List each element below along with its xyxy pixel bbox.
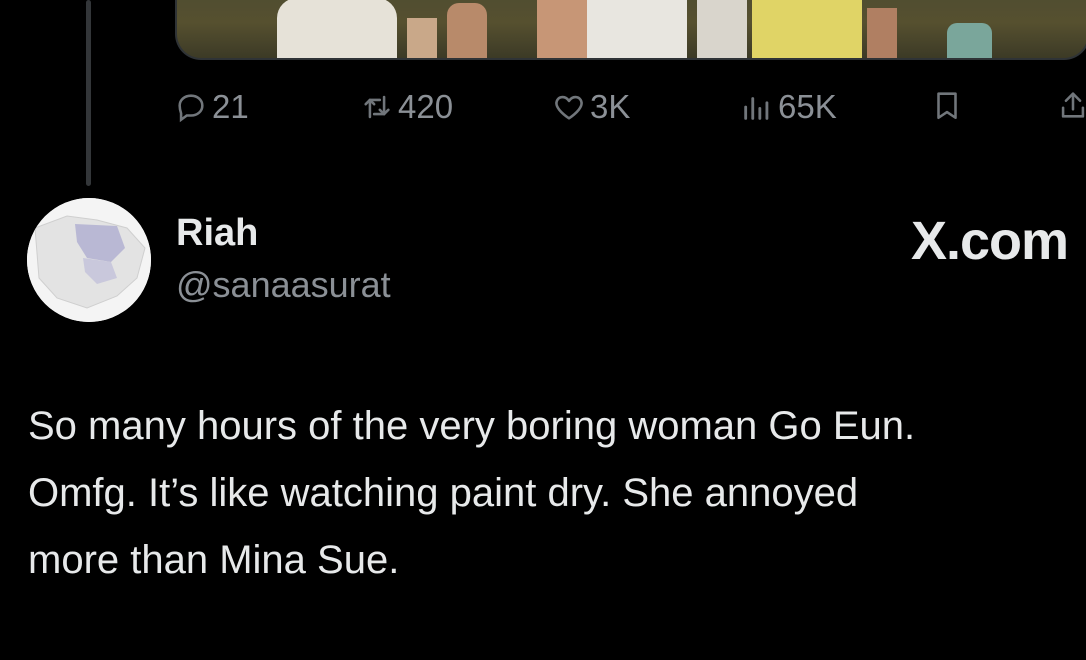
author-handle[interactable]: @sanaasurat xyxy=(176,264,391,306)
tweet-body-text: So many hours of the very boring woman G… xyxy=(28,393,1083,594)
bookmark-icon xyxy=(937,92,957,120)
repost-count: 420 xyxy=(398,88,454,125)
reply-button[interactable]: 21 xyxy=(174,88,249,126)
tweet-text-line: So many hours of the very boring woman G… xyxy=(28,404,916,448)
views-count: 65K xyxy=(778,88,837,125)
reply-count: 21 xyxy=(212,88,249,125)
like-count: 3K xyxy=(590,88,631,125)
tweet-text-line: more than Mina Sue. xyxy=(28,538,400,582)
avatar[interactable] xyxy=(27,198,151,322)
photo-figure xyxy=(587,0,687,58)
tweet-media-image[interactable] xyxy=(175,0,1086,60)
x-brand-logo: X.com xyxy=(910,211,1069,271)
photo-figure xyxy=(407,18,437,58)
share-icon xyxy=(1061,92,1085,118)
photo-figure xyxy=(867,8,897,58)
photo-figure xyxy=(752,0,862,58)
photo-figure xyxy=(277,0,397,58)
repost-icon xyxy=(364,95,390,119)
like-icon xyxy=(555,95,583,120)
repost-button[interactable]: 420 xyxy=(360,88,453,126)
tweet-action-bar: 21 420 3K 65K xyxy=(0,88,1086,130)
share-button[interactable] xyxy=(1056,88,1086,122)
photo-figure xyxy=(447,3,487,58)
like-button[interactable]: 3K xyxy=(552,88,630,126)
views-icon xyxy=(744,97,769,120)
views-button[interactable]: 65K xyxy=(740,88,837,126)
tweet-text-line: Omfg. It’s like watching paint dry. She … xyxy=(28,471,859,515)
map-avatar-image xyxy=(27,198,151,322)
photo-figure xyxy=(697,0,747,58)
photo-figure xyxy=(947,23,992,58)
bookmark-button[interactable] xyxy=(930,88,964,122)
author-display-name[interactable]: Riah xyxy=(176,212,258,255)
reply-icon xyxy=(178,94,204,123)
